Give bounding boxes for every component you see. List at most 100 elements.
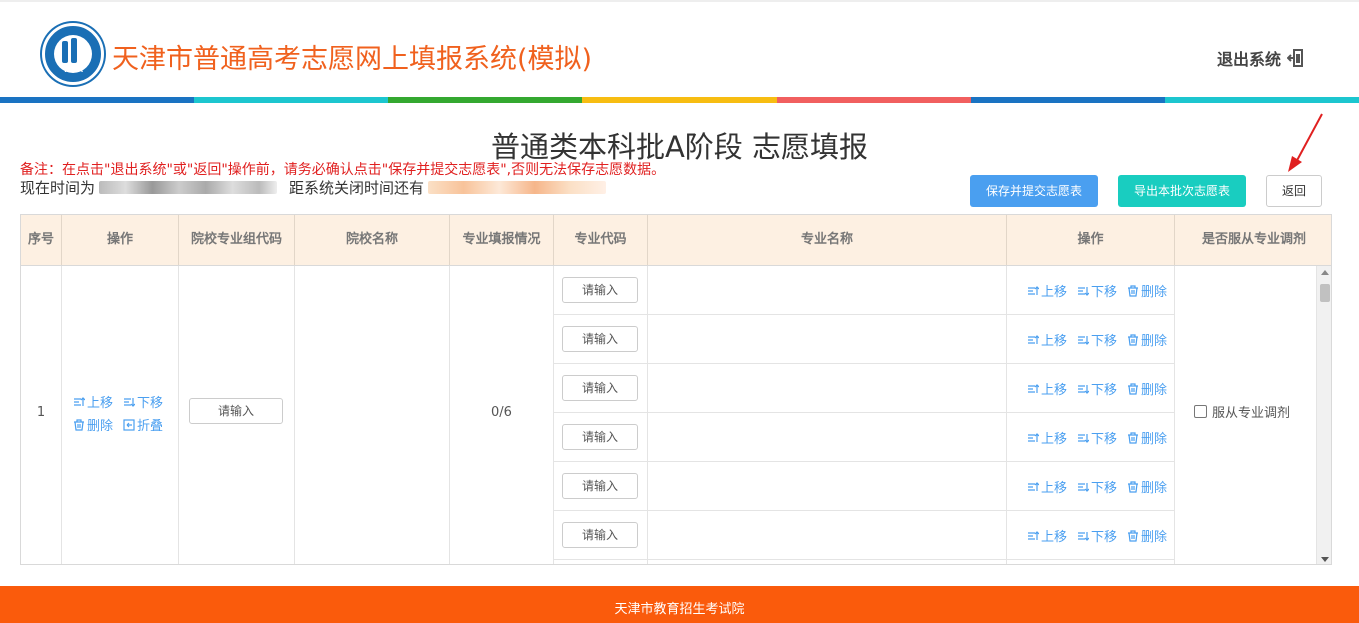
major-move-down-label: 下移 — [1091, 334, 1118, 349]
trash-icon — [1128, 382, 1139, 395]
major-move-up-link[interactable]: 上移 — [1027, 477, 1067, 496]
major-move-up-label: 上移 — [1041, 432, 1068, 447]
time-row: 现在时间为 距系统关闭时间还有 — [20, 177, 607, 198]
major-delete-label: 删除 — [1141, 481, 1168, 496]
move-up-icon — [1028, 334, 1039, 344]
move-down-icon — [1078, 531, 1090, 541]
logo-bar-right — [71, 38, 77, 63]
major-row: 请输入 上移 下移 删除 — [553, 511, 1175, 560]
move-down-icon — [1078, 286, 1090, 296]
warning-note: 备注：在点击"退出系统"或"返回"操作前，请务必确认点击"保存并提交志愿表",否… — [20, 162, 666, 178]
header-fill-status: 专业填报情况 — [450, 215, 554, 265]
back-button[interactable]: 返回 — [1266, 175, 1322, 207]
major-move-down-label: 下移 — [1091, 530, 1118, 545]
major-move-up-link[interactable]: 上移 — [1027, 526, 1067, 545]
volunteer-table: 序号 操作 院校专业组代码 院校名称 专业填报情况 专业代码 专业名称 操作 是… — [20, 214, 1332, 565]
color-strip-segment — [776, 97, 971, 103]
major-move-down-link[interactable]: 下移 — [1077, 330, 1117, 349]
major-code-input[interactable]: 请输入 — [562, 424, 638, 450]
trash-icon — [1128, 529, 1139, 542]
trash-icon — [1128, 333, 1139, 346]
major-row-operations: 上移 下移 删除 — [1027, 315, 1167, 364]
row-move-up-link[interactable]: 上移 — [73, 392, 113, 411]
table-header: 序号 操作 院校专业组代码 院校名称 专业填报情况 专业代码 专业名称 操作 是… — [21, 215, 1331, 265]
table-scrollbar[interactable] — [1316, 266, 1331, 564]
major-move-down-label: 下移 — [1091, 432, 1118, 447]
color-strip-segment — [388, 97, 583, 103]
header-major-code: 专业代码 — [554, 215, 648, 265]
color-strip-segment — [0, 97, 195, 103]
row-fold-link[interactable]: 折叠 — [123, 415, 163, 434]
table-body: 1 上移 下移 删除 折叠 请输入 0/6 请输入 上移 下移 删除 请输入 上… — [21, 265, 1331, 564]
site-title: 天津市普通高考志愿网上填报系统(模拟) — [112, 44, 593, 75]
header-major-name: 专业名称 — [648, 215, 1007, 265]
color-strip-segment — [1164, 97, 1359, 103]
scroll-thumb[interactable] — [1320, 284, 1330, 302]
major-code-input[interactable]: 请输入 — [562, 473, 638, 499]
move-down-icon — [124, 397, 136, 407]
major-move-up-label: 上移 — [1041, 530, 1068, 545]
row-delete-link[interactable]: 删除 — [73, 415, 113, 434]
save-submit-button[interactable]: 保存并提交志愿表 — [970, 175, 1098, 207]
annotation-arrow-icon — [1288, 113, 1323, 172]
header-obey-adjust: 是否服从专业调剂 — [1201, 232, 1306, 247]
major-code-input[interactable]: 请输入 — [562, 277, 638, 303]
major-move-up-label: 上移 — [1041, 481, 1068, 496]
major-move-down-link[interactable]: 下移 — [1077, 428, 1117, 447]
header-operation: 操作 — [62, 215, 179, 265]
page-footer: 天津市教育招生考试院 — [0, 586, 1359, 623]
app-header: TAEA 天津市普通高考志愿网上填报系统(模拟) 退出系统 — [0, 0, 1359, 98]
row-operations: 上移 下移 删除 折叠 — [73, 392, 179, 434]
obey-adjust-checkbox[interactable]: 服从专业调剂 — [1194, 402, 1290, 421]
move-up-icon — [1028, 383, 1039, 393]
major-move-up-link[interactable]: 上移 — [1027, 379, 1067, 398]
scroll-down-icon[interactable] — [1321, 557, 1329, 562]
major-move-up-link[interactable]: 上移 — [1027, 428, 1067, 447]
move-up-icon — [1028, 432, 1039, 442]
row-move-down-link[interactable]: 下移 — [123, 392, 163, 411]
color-strip-segment — [582, 97, 777, 103]
scroll-up-icon[interactable] — [1321, 270, 1329, 275]
major-move-down-link[interactable]: 下移 — [1077, 379, 1117, 398]
major-delete-label: 删除 — [1141, 383, 1168, 398]
major-delete-link[interactable]: 删除 — [1127, 281, 1167, 300]
major-row-operations: 上移 下移 删除 — [1027, 462, 1167, 511]
col-school-name — [295, 266, 450, 564]
major-move-up-label: 上移 — [1041, 383, 1068, 398]
trash-icon — [1128, 480, 1139, 493]
logo-text: TAEA — [63, 66, 83, 74]
major-row: 请输入 上移 下移 删除 — [553, 266, 1175, 315]
major-delete-link[interactable]: 删除 — [1127, 526, 1167, 545]
move-up-icon — [74, 396, 85, 406]
col-fill-status: 0/6 — [450, 266, 554, 564]
export-button[interactable]: 导出本批次志愿表 — [1118, 175, 1246, 207]
major-row-operations: 上移 下移 删除 — [1027, 511, 1167, 560]
taea-logo: TAEA — [42, 23, 104, 85]
col-index: 1 — [21, 266, 62, 564]
move-down-icon — [1078, 335, 1090, 345]
major-delete-link[interactable]: 删除 — [1127, 428, 1167, 447]
move-up-icon — [1028, 285, 1039, 295]
major-code-input[interactable]: 请输入 — [562, 326, 638, 352]
major-move-down-label: 下移 — [1091, 383, 1118, 398]
major-code-input[interactable]: 请输入 — [562, 375, 638, 401]
trash-icon — [74, 418, 84, 431]
close-countdown-label: 距系统关闭时间还有 — [289, 179, 425, 197]
current-time-label: 现在时间为 — [20, 179, 96, 197]
logout-button[interactable]: 退出系统 — [1217, 46, 1304, 70]
major-row: 请输入 上移 下移 删除 — [553, 462, 1175, 511]
major-move-down-link[interactable]: 下移 — [1077, 477, 1117, 496]
group-code-input[interactable]: 请输入 — [189, 398, 283, 424]
major-move-down-link[interactable]: 下移 — [1077, 281, 1117, 300]
checkbox-box[interactable] — [1194, 405, 1207, 418]
major-delete-link[interactable]: 删除 — [1127, 330, 1167, 349]
major-delete-link[interactable]: 删除 — [1127, 477, 1167, 496]
major-move-up-link[interactable]: 上移 — [1027, 281, 1067, 300]
major-delete-label: 删除 — [1141, 334, 1168, 349]
major-code-input[interactable]: 请输入 — [562, 522, 638, 548]
major-move-up-link[interactable]: 上移 — [1027, 330, 1067, 349]
color-strip-segment — [194, 97, 389, 103]
row-move-up-label: 上移 — [87, 396, 114, 411]
major-move-down-link[interactable]: 下移 — [1077, 526, 1117, 545]
major-delete-link[interactable]: 删除 — [1127, 379, 1167, 398]
